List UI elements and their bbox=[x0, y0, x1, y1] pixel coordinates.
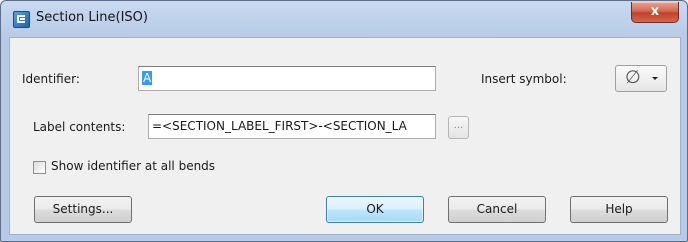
diameter-symbol-icon: ∅ bbox=[625, 67, 641, 88]
ok-button[interactable]: OK bbox=[326, 196, 424, 223]
settings-button[interactable]: Settings... bbox=[34, 196, 132, 223]
insert-symbol-label: Insert symbol: bbox=[481, 72, 567, 86]
insert-symbol-dropdown[interactable]: ∅ bbox=[615, 65, 667, 92]
app-icon bbox=[13, 11, 30, 28]
dialog-body: Identifier: A Insert symbol: ∅ Label con… bbox=[9, 37, 681, 235]
help-button[interactable]: Help bbox=[570, 196, 668, 223]
close-button[interactable]: x bbox=[631, 2, 679, 23]
identifier-input[interactable]: A bbox=[138, 66, 436, 91]
identifier-label: Identifier: bbox=[22, 72, 80, 86]
window-title: Section Line(ISO) bbox=[36, 10, 148, 25]
label-contents-label: Label contents: bbox=[33, 120, 126, 134]
chevron-down-icon bbox=[652, 77, 658, 80]
cancel-button[interactable]: Cancel bbox=[448, 196, 546, 223]
show-identifier-label[interactable]: Show identifier at all bends bbox=[51, 159, 215, 173]
browse-button[interactable]: ... bbox=[448, 116, 469, 139]
title-bar[interactable]: Section Line(ISO) x bbox=[1, 1, 687, 37]
dialog-window: Section Line(ISO) x Identifier: A Insert… bbox=[0, 0, 688, 242]
label-contents-input[interactable]: =<SECTION_LABEL_FIRST>-<SECTION_LA bbox=[148, 114, 436, 139]
show-identifier-checkbox[interactable] bbox=[33, 161, 46, 174]
identifier-value: A bbox=[142, 71, 153, 85]
